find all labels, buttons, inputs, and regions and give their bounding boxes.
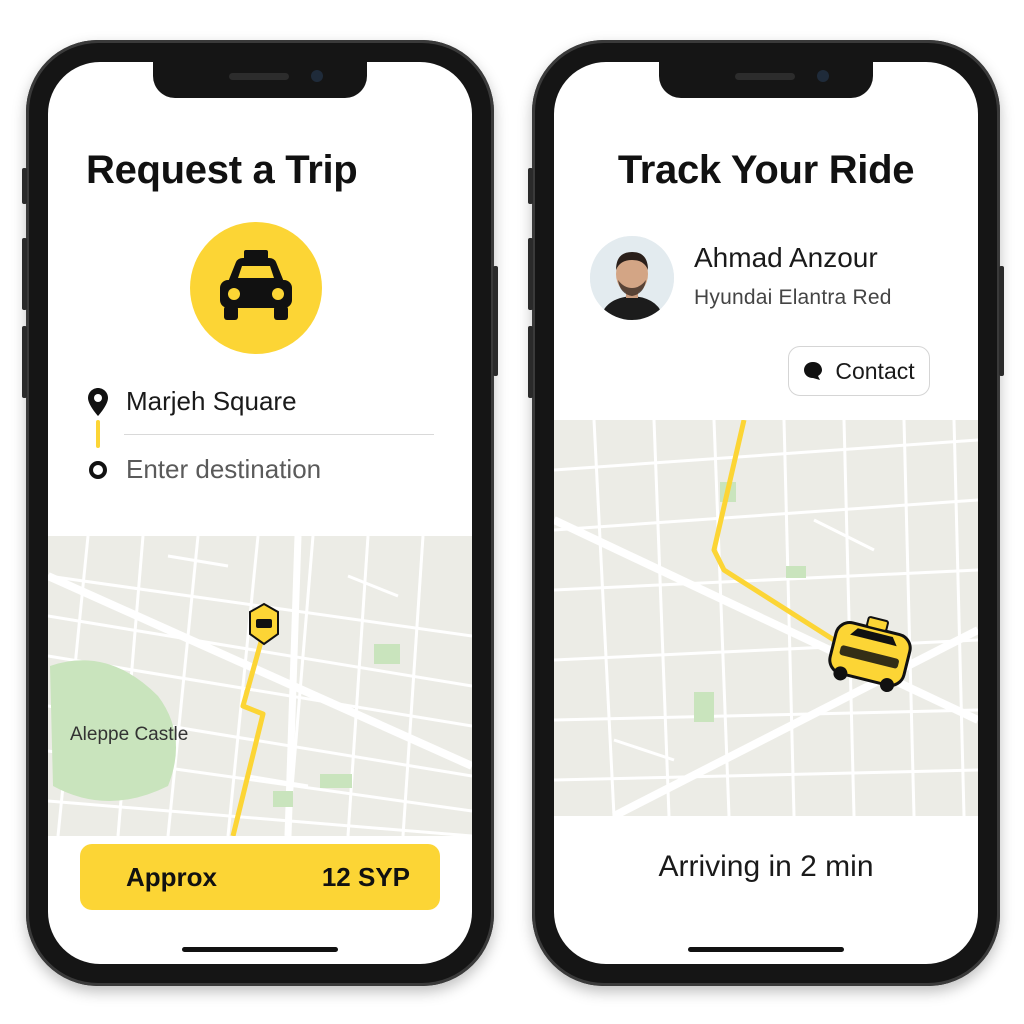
- driver-name: Ahmad Anzour: [694, 242, 878, 273]
- destination-input[interactable]: Enter destination: [86, 454, 321, 485]
- car-info: Hyundai Elantra Red: [694, 286, 892, 309]
- chat-bubble-icon: [803, 361, 823, 381]
- taxi-icon: [214, 248, 298, 329]
- destination-dot-icon: [86, 460, 110, 480]
- phone-frame-track: Track Your Ride Ahmad Anzour Hyundai Ela…: [528, 40, 1004, 986]
- contact-button[interactable]: Contact: [788, 346, 930, 396]
- home-indicator[interactable]: [688, 947, 844, 952]
- taxi-badge: [190, 222, 322, 354]
- pickup-location: Marjeh Square: [126, 386, 297, 416]
- contact-label: Contact: [835, 357, 915, 384]
- notch: [659, 62, 873, 98]
- location-pin-icon: [86, 387, 110, 416]
- home-indicator[interactable]: [182, 947, 338, 952]
- divider: [124, 434, 434, 435]
- eta-text: Arriving in 2 min: [658, 850, 874, 883]
- fare-label: Approx: [126, 861, 217, 892]
- page-title: Request a Trip: [86, 148, 358, 192]
- fare-estimate-button[interactable]: Approx 12 SYP: [80, 844, 440, 910]
- tracking-map[interactable]: [554, 420, 978, 816]
- fare-value: 12 SYP: [321, 861, 410, 892]
- notch: [153, 62, 367, 98]
- trip-map[interactable]: Aleppe Castle: [48, 536, 472, 836]
- car-marker: [249, 602, 279, 646]
- avatar: [590, 236, 674, 320]
- request-trip-screen: Request a Trip Marjeh Square Enter desti…: [48, 62, 472, 964]
- route-connector: [96, 420, 100, 448]
- track-ride-screen: Track Your Ride Ahmad Anzour Hyundai Ela…: [554, 62, 978, 964]
- pickup-field[interactable]: Marjeh Square: [86, 386, 297, 417]
- page-title: Track Your Ride: [617, 148, 915, 192]
- phone-frame-request: Request a Trip Marjeh Square Enter desti…: [22, 40, 498, 986]
- destination-placeholder: Enter destination: [126, 454, 322, 484]
- map-landmark-label: Aleppe Castle: [70, 724, 189, 745]
